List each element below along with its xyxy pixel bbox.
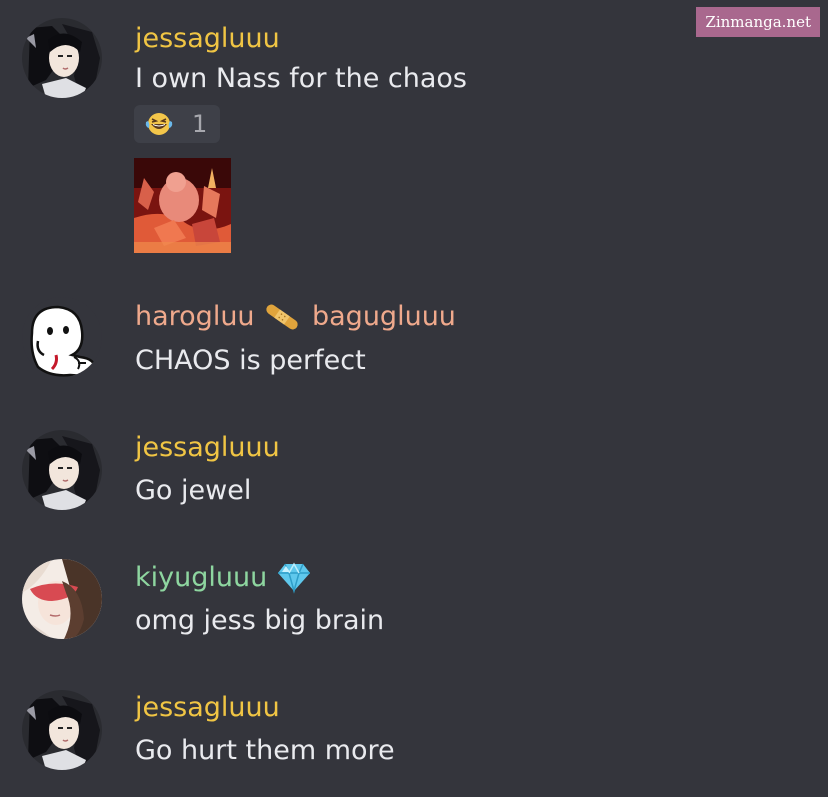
username[interactable]: jessagluuu xyxy=(135,22,280,56)
reaction-count: 1 xyxy=(192,110,208,138)
laughing-with-tears-emoji-icon xyxy=(145,113,173,135)
avatar-image xyxy=(22,559,102,639)
avatar-harogluu[interactable] xyxy=(22,297,102,377)
avatar-image xyxy=(22,690,102,770)
avatar-image xyxy=(22,430,102,510)
message-text: Go hurt them more xyxy=(135,735,395,766)
username[interactable]: jessagluuu xyxy=(135,691,280,725)
message-text: omg jess big brain xyxy=(135,605,385,636)
avatar-image xyxy=(22,297,102,377)
message-text: Go jewel xyxy=(135,475,252,506)
username[interactable]: kiyugluuu xyxy=(135,561,267,595)
image-attachment[interactable] xyxy=(134,158,231,253)
chat-message-list: Zinmanga.net jessagluuu I own Nass for t… xyxy=(0,0,828,797)
avatar-jessagluuu[interactable] xyxy=(22,430,102,510)
username-suffix[interactable]: bagugluuu xyxy=(312,300,456,334)
username[interactable]: jessagluuu xyxy=(135,431,280,465)
reaction-button[interactable]: 1 xyxy=(134,105,220,143)
username[interactable]: harogluu xyxy=(135,300,255,334)
avatar-image xyxy=(22,18,102,98)
message-text: CHAOS is perfect xyxy=(135,345,366,376)
attachment-image xyxy=(134,158,231,253)
avatar-kiyugluuu[interactable] xyxy=(22,559,102,639)
avatar-jessagluuu[interactable] xyxy=(22,690,102,770)
message-text: I own Nass for the chaos xyxy=(135,63,467,94)
diamond-icon xyxy=(278,562,310,594)
bandaid-icon xyxy=(266,304,298,330)
avatar-jessagluuu[interactable] xyxy=(22,18,102,98)
watermark: Zinmanga.net xyxy=(696,7,820,37)
